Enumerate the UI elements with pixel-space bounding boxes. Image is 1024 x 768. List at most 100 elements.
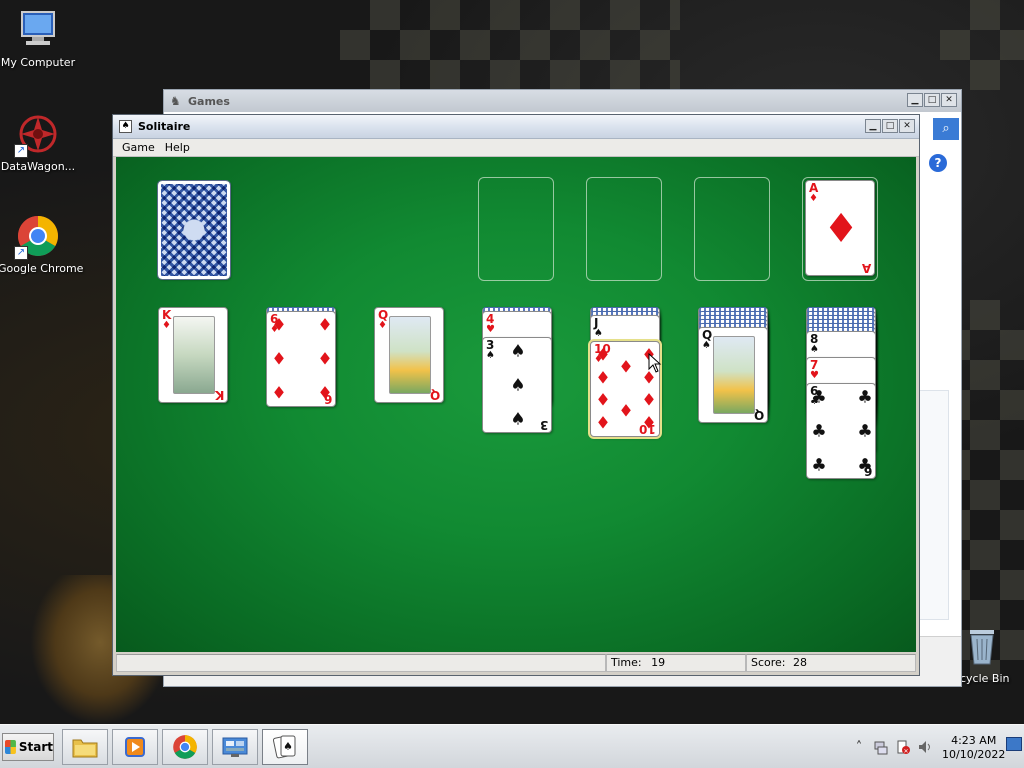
score-value: 28 (793, 656, 808, 669)
clock-time: 4:23 AM (951, 734, 997, 747)
tableau-card[interactable]: K ♦ K (158, 307, 228, 403)
card-pips: ♦ ♦ ♦ ♦ ♦ ♦ (271, 317, 332, 401)
tableau-card[interactable]: 3 ♠ ♠ ♠ ♠ 3 (482, 337, 552, 433)
shortcut-arrow-icon: ↗ (14, 144, 28, 158)
desktop-icon-datawagon[interactable]: ↗ DataWagon... (0, 112, 78, 173)
card-suit: ♦ (378, 320, 387, 331)
foundation-slot-1[interactable] (478, 177, 554, 281)
start-button[interactable]: Start (2, 733, 54, 761)
desktop-icon-label: Google Chrome (0, 262, 84, 275)
menu-bar: Game Help (113, 139, 919, 157)
details-pane (919, 390, 949, 620)
minimize-button[interactable]: ▁ (907, 93, 923, 107)
card-suit: ♦ (809, 193, 818, 204)
card-suit: ♠ (810, 344, 819, 355)
card-pip: ♦ (618, 357, 634, 378)
taskbar-chrome[interactable] (162, 729, 208, 765)
card-pip: ♦ (271, 383, 287, 404)
taskbar-solitaire[interactable]: ♠ (262, 729, 308, 765)
clock[interactable]: 4:23 AM 10/10/2022 (942, 734, 1005, 762)
card-pips: ♠ ♠ ♠ (495, 343, 539, 427)
foundation-card-ace-of-diamonds[interactable]: A ♦ ♦ A (805, 180, 875, 276)
solitaire-title-bar[interactable]: ♠ Solitaire ▁ □ ✕ (113, 115, 919, 139)
solitaire-icon: ♠ (273, 735, 296, 759)
taskbar-file-explorer[interactable] (62, 729, 108, 765)
maximize-button[interactable]: □ (924, 93, 940, 107)
tableau-card[interactable]: 6 ♣ ♣ ♣ ♣ ♣ ♣ ♣ 6 (806, 383, 876, 479)
mouse-cursor-icon (648, 353, 662, 373)
foundation-slot-4[interactable]: A ♦ ♦ A (802, 177, 878, 281)
search-icon[interactable]: ⌕ (933, 118, 959, 140)
svg-text:✕: ✕ (903, 748, 908, 755)
status-score: Score: 28 (746, 654, 916, 672)
card-pip: ♠ (510, 375, 526, 396)
card-pip: ♦ (595, 390, 611, 411)
face-card-art (173, 316, 215, 394)
taskbar-control-panel[interactable] (212, 729, 258, 765)
time-value: 19 (651, 656, 666, 669)
desktop-icon-google-chrome[interactable]: ↗ Google Chrome (0, 214, 84, 275)
tableau-card[interactable]: Q ♠ Q (698, 327, 768, 423)
maximize-button[interactable]: □ (882, 119, 898, 133)
card-rank-bottom: Q (753, 408, 764, 422)
taskbar: Start ♠ ˄ ✕ 4:23 AM 10/10/2022 (0, 724, 1024, 768)
tableau-card[interactable]: 6 ♦ ♦ ♦ ♦ ♦ ♦ ♦ 6 (266, 311, 336, 407)
desktop-icon-my-computer[interactable]: My Computer (0, 8, 78, 69)
menu-help[interactable]: Help (160, 141, 195, 154)
foundation-slot-2[interactable] (586, 177, 662, 281)
desktop-icon-label: cycle Bin (960, 672, 1010, 685)
taskbar-media-player[interactable] (112, 729, 158, 765)
show-hidden-icons-chevron[interactable]: ˄ (850, 739, 868, 757)
card-pip: ♦ (317, 315, 333, 336)
card-suit: ♥ (810, 370, 819, 381)
card-rank-bottom: 6 (323, 392, 332, 406)
card-rank-bottom: 6 (863, 464, 872, 478)
svg-text:♠: ♠ (283, 740, 293, 753)
windows-logo-icon (5, 740, 16, 754)
chrome-icon: ↗ (14, 214, 60, 260)
time-label: Time: (611, 656, 642, 669)
card-suit: ♦ (162, 320, 171, 331)
action-center-icon[interactable]: ✕ (894, 739, 912, 757)
wallpaper-pattern (940, 0, 1024, 90)
show-desktop-button[interactable] (1006, 737, 1022, 751)
system-tray: ˄ ✕ 4:23 AM 10/10/2022 (848, 731, 1024, 765)
status-message (116, 654, 606, 672)
wallpaper-pattern (340, 0, 680, 90)
window-title: Solitaire (138, 120, 191, 133)
solitaire-window[interactable]: ♠ Solitaire ▁ □ ✕ Game Help A ♦ ♦ A K ♦ K 6… (112, 114, 920, 676)
face-card-art (713, 336, 755, 414)
card-pips: ♦♦♦♦♦♦♦♦♦♦ (595, 347, 656, 431)
card-pip: ♦ (618, 401, 634, 422)
card-pip: ♦ (317, 349, 333, 370)
card-pip: ♦ (595, 413, 611, 434)
card-rank-bottom: A (861, 261, 871, 275)
close-button[interactable]: ✕ (941, 93, 957, 107)
card-rank-bottom: K (214, 388, 224, 402)
card-rank-bottom: 10 (639, 422, 656, 436)
chess-piece-icon: ♞ (170, 94, 181, 108)
tableau-card[interactable]: Q ♦ Q (374, 307, 444, 403)
shortcut-arrow-icon: ↗ (14, 246, 28, 260)
card-pip: ♦ (271, 315, 287, 336)
desktop-icon-label: DataWagon... (0, 160, 76, 173)
control-panel-icon (222, 737, 248, 757)
foundation-slot-3[interactable] (694, 177, 770, 281)
card-pip: ♦ (595, 345, 611, 366)
card-center-pip: ♦ (823, 206, 859, 252)
minimize-button[interactable]: ▁ (865, 119, 881, 133)
volume-icon[interactable] (916, 739, 934, 757)
stock-pile[interactable] (157, 180, 231, 280)
help-icon[interactable]: ? (929, 154, 947, 172)
game-board[interactable]: A ♦ ♦ A K ♦ K 6 ♦ ♦ ♦ ♦ ♦ ♦ ♦ 6 Q ♦ Q 4 ♥ 3 ♠ ♠ ♠ ♠ 3 J ♠ 10 ♦ ♦ ♦ ♦ ♦… (116, 157, 916, 652)
card-pip: ♣ (811, 387, 827, 408)
close-button[interactable]: ✕ (899, 119, 915, 133)
games-title-bar[interactable]: ♞ Games ▁ □ ✕ (164, 90, 961, 112)
card-pip: ♣ (811, 421, 827, 442)
face-card-art (389, 316, 431, 394)
network-icon[interactable] (872, 739, 890, 757)
card-suit: ♠ (702, 340, 711, 351)
media-player-icon (125, 737, 145, 757)
computer-icon (16, 8, 60, 52)
menu-game[interactable]: Game (117, 141, 160, 154)
